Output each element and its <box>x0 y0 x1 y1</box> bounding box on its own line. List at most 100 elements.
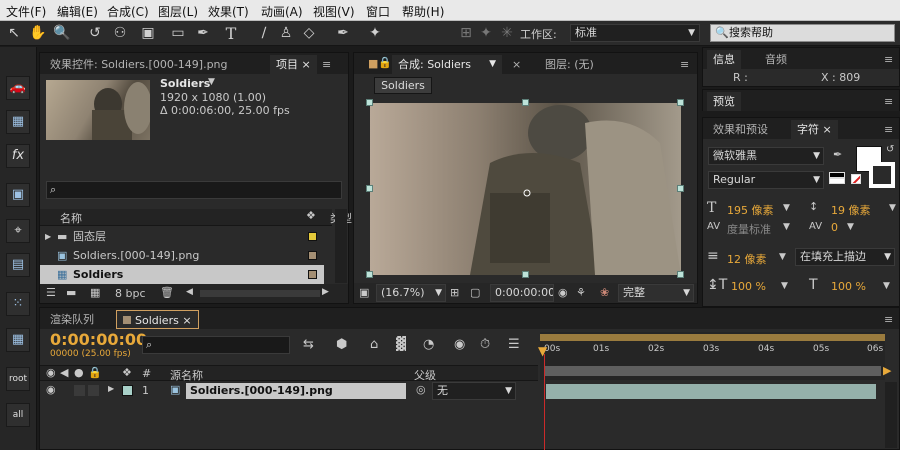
clone-stamp-tool-icon[interactable]: ♙ <box>276 24 296 43</box>
leading-value[interactable]: 19 像素 <box>831 202 871 218</box>
pen-tool-icon[interactable]: ✒ <box>193 24 213 43</box>
vertical-scale-value[interactable]: 100 % <box>731 280 766 293</box>
font-style-select[interactable]: Regular ▼ <box>708 171 824 189</box>
menu-animation[interactable]: 动画(A) <box>261 3 303 20</box>
grid-icon[interactable]: ▦ <box>6 328 30 352</box>
swap-colors-icon[interactable]: ↺ <box>886 144 894 155</box>
menu-layer[interactable]: 图层(L) <box>158 3 198 20</box>
menu-view[interactable]: 视图(V) <box>313 3 355 20</box>
workspace-select[interactable]: 标准 ▼ <box>570 24 700 42</box>
zoom-scrollbar[interactable] <box>544 366 881 376</box>
no-color-swatch[interactable] <box>851 174 861 184</box>
column-header-parent[interactable]: 父级 <box>414 367 436 383</box>
roto-brush-tool-icon[interactable]: ✒ <box>333 24 353 43</box>
label-color-swatch[interactable] <box>308 251 317 260</box>
viewer-timecode[interactable]: 0:00:00:00 <box>490 284 554 302</box>
column-header-name[interactable]: 名称 <box>60 210 82 226</box>
tab-effect-controls[interactable]: 效果控件: Soldiers.[000-149].png <box>44 55 234 74</box>
interpret-footage-icon[interactable]: ☰ <box>46 286 56 299</box>
tab-timeline-composition[interactable]: Soldiers × <box>116 310 199 329</box>
audio-toggle[interactable] <box>74 385 85 396</box>
image-grid-icon[interactable]: ▦ <box>6 110 30 134</box>
tracking-value[interactable]: 0 <box>831 221 838 234</box>
region-of-interest-icon[interactable]: ⊞ <box>450 286 459 299</box>
text-box-icon[interactable]: ▤ <box>6 253 30 277</box>
chevron-down-icon[interactable]: ▼ <box>489 55 496 74</box>
trash-icon[interactable]: 🗑 <box>160 286 174 299</box>
transform-handle[interactable] <box>677 271 684 278</box>
hide-shy-layers-icon[interactable]: ⌂ <box>370 337 378 352</box>
eyedropper-icon[interactable]: ✒ <box>833 148 842 161</box>
car-icon[interactable]: 🚗 <box>6 76 30 100</box>
vertical-scrollbar[interactable] <box>335 209 347 283</box>
chevron-down-icon[interactable]: ▼ <box>847 222 854 232</box>
stroke-width-value[interactable]: 12 像素 <box>727 251 767 267</box>
type-tool-icon[interactable]: T <box>221 24 241 43</box>
menu-composition[interactable]: 合成(C) <box>107 3 149 20</box>
panel-menu-icon[interactable]: ≡ <box>878 310 899 329</box>
composition-name-button[interactable]: Soldiers <box>374 77 432 94</box>
composition-viewer[interactable] <box>366 99 684 278</box>
close-icon[interactable]: × <box>823 123 832 136</box>
label-color-swatch[interactable] <box>308 232 317 241</box>
motion-blur-icon[interactable]: ◔ <box>423 337 434 352</box>
color-channels-icon[interactable]: ❀ <box>600 286 609 299</box>
transparency-grid-icon[interactable]: ▢ <box>470 286 480 299</box>
timeline-vertical-scrollbar[interactable] <box>885 382 897 448</box>
menu-help[interactable]: 帮助(H) <box>402 3 444 20</box>
image-icon[interactable]: ▣ <box>6 183 30 207</box>
timeline-search-input[interactable]: ⌕ <box>142 336 290 354</box>
rotate-tool-icon[interactable]: ↺ <box>85 24 105 43</box>
kerning-value[interactable]: 度量标准 <box>727 221 771 237</box>
snapshot-toggle-icon[interactable]: ▣ <box>359 286 369 299</box>
menu-file[interactable]: 文件(F) <box>6 3 46 20</box>
draft-3d-icon[interactable]: ⬢ <box>336 337 347 352</box>
transform-handle[interactable] <box>366 99 373 106</box>
visibility-toggle-icon[interactable]: ◉ <box>46 383 56 396</box>
list-item[interactable]: ▶ ▬ 固态层 <box>40 227 332 246</box>
dots-icon[interactable]: ⁙ <box>6 292 30 316</box>
panel-menu-icon[interactable]: ≡ <box>878 120 899 139</box>
current-time-indicator-icon[interactable]: ▼ <box>538 344 547 358</box>
tab-character[interactable]: 字符 × <box>791 120 838 139</box>
new-composition-icon[interactable]: ▦ <box>90 286 100 299</box>
expand-arrow-icon[interactable]: ▶ <box>45 227 51 246</box>
chevron-down-icon[interactable]: ▼ <box>208 77 215 87</box>
solo-toggle[interactable] <box>88 385 99 396</box>
fx-icon[interactable]: fx <box>6 144 30 168</box>
transform-handle[interactable] <box>366 271 373 278</box>
parent-select[interactable]: 无 ▼ <box>432 382 516 400</box>
close-icon[interactable]: × <box>302 58 311 71</box>
target-icon[interactable]: ⌖ <box>6 219 30 243</box>
hand-tool-icon[interactable]: ✋ <box>28 24 48 43</box>
tab-info[interactable]: 信息 <box>707 50 741 69</box>
timeline-timecode[interactable]: 0:00:00:00 <box>50 330 147 349</box>
pan-behind-tool-icon[interactable]: ▣ <box>138 24 158 43</box>
chevron-down-icon[interactable]: ▼ <box>889 203 896 213</box>
stroke-color-swatch[interactable] <box>869 162 895 188</box>
panel-menu-icon[interactable]: ≡ <box>878 50 899 69</box>
show-snapshot-icon[interactable]: ⚘ <box>576 286 586 299</box>
tab-effects-presets[interactable]: 效果和预设 <box>707 120 774 139</box>
composition-mini-flowchart-icon[interactable]: ⇆ <box>303 337 314 352</box>
tab-project[interactable]: 项目 × <box>270 55 317 74</box>
padlock-icon[interactable]: 🔒 <box>378 56 392 69</box>
tab-composition[interactable]: 合成: Soldiers ▼ <box>392 55 502 74</box>
layer-label-color[interactable] <box>122 385 133 396</box>
graph-editor-icon[interactable]: ◉ <box>454 337 465 352</box>
menu-window[interactable]: 窗口 <box>366 3 390 20</box>
resolution-select[interactable]: 完整 ▼ <box>618 284 694 302</box>
stroke-mode-select[interactable]: 在填充上描边 ▼ <box>795 248 895 266</box>
bit-depth-label[interactable]: 8 bpc <box>115 287 146 300</box>
panel-menu-icon[interactable]: ≡ <box>674 55 695 74</box>
menu-effect[interactable]: 效果(T) <box>208 3 249 20</box>
scroll-right-icon[interactable]: ▶ <box>322 287 329 297</box>
chevron-down-icon[interactable]: ▼ <box>783 203 790 213</box>
camera-tool-icon[interactable]: ⚇ <box>110 24 130 43</box>
axis-icon[interactable]: ✦ <box>476 24 496 43</box>
table-row[interactable]: ◉ ▶ 1 ▣ Soldiers.[000-149].png ◎ 无 ▼ <box>40 382 538 400</box>
root-icon[interactable]: root <box>6 367 30 391</box>
eraser-tool-icon[interactable]: ◇ <box>299 24 319 43</box>
menu-edit[interactable]: 编辑(E) <box>57 3 98 20</box>
chevron-down-icon[interactable]: ▼ <box>779 252 786 262</box>
